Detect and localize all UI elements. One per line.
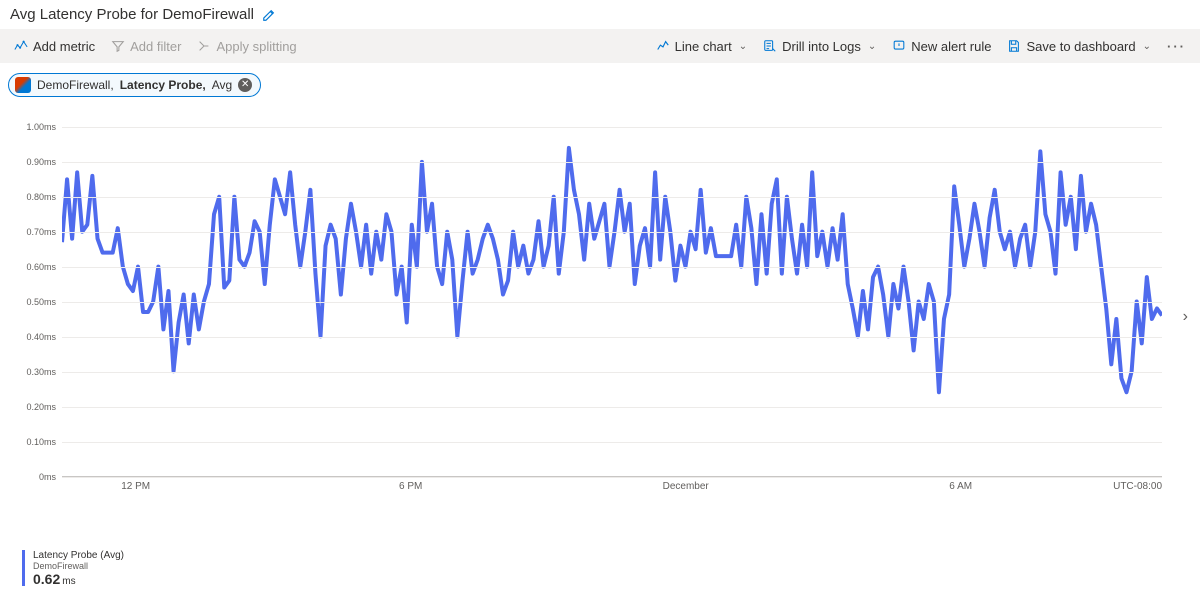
timezone-label: UTC-08:00 <box>1113 481 1162 492</box>
y-tick-label: 0.20ms <box>8 402 56 412</box>
chevron-down-icon: ⌄ <box>739 41 747 52</box>
plot-area[interactable] <box>62 127 1162 477</box>
drill-logs-label: Drill into Logs <box>782 39 861 54</box>
legend: Latency Probe (Avg) DemoFirewall 0.62ms <box>22 550 124 587</box>
pill-resource: DemoFirewall, <box>37 78 114 92</box>
x-axis: UTC-08:00 12 PM 6 PM December 6 AM <box>62 481 1162 497</box>
metric-pill[interactable]: DemoFirewall, Latency Probe, Avg ✕ <box>8 73 261 97</box>
gridline <box>62 372 1162 373</box>
chart: 0ms 0.10ms 0.20ms 0.30ms 0.40ms 0.50ms 0.60ms 0… <box>8 127 1192 507</box>
edit-icon[interactable] <box>262 8 276 22</box>
y-tick-label: 1.00ms <box>8 122 56 132</box>
gridline <box>62 232 1162 233</box>
new-alert-button[interactable]: New alert rule <box>886 35 997 58</box>
save-icon <box>1007 39 1021 53</box>
x-tick-label: 6 AM <box>949 481 972 492</box>
chart-type-label: Line chart <box>675 39 732 54</box>
remove-metric-button[interactable]: ✕ <box>238 78 252 92</box>
save-dashboard-label: Save to dashboard <box>1026 39 1135 54</box>
legend-value: 0.62 <box>33 571 60 587</box>
gridline <box>62 162 1162 163</box>
gridline <box>62 337 1162 338</box>
page-title: Avg Latency Probe for DemoFirewall <box>10 6 254 23</box>
add-metric-label: Add metric <box>33 39 95 54</box>
y-tick-label: 0.10ms <box>8 437 56 447</box>
x-tick-label: 6 PM <box>399 481 422 492</box>
gridline <box>62 442 1162 443</box>
legend-resource: DemoFirewall <box>33 561 124 571</box>
save-dashboard-dropdown[interactable]: Save to dashboard ⌄ <box>1001 35 1157 58</box>
add-filter-label: Add filter <box>130 39 181 54</box>
legend-unit: ms <box>62 576 75 587</box>
apply-splitting-label: Apply splitting <box>216 39 296 54</box>
y-axis: 0ms0.10ms0.20ms0.30ms0.40ms0.50ms0.60ms0… <box>8 127 56 477</box>
more-button[interactable]: ··· <box>1161 35 1192 58</box>
alert-icon <box>892 39 906 53</box>
apply-splitting-button[interactable]: Apply splitting <box>191 35 302 58</box>
line-chart-icon <box>656 39 670 53</box>
y-tick-label: 0.40ms <box>8 332 56 342</box>
y-tick-label: 0.70ms <box>8 227 56 237</box>
filter-icon <box>111 39 125 53</box>
y-tick-label: 0.60ms <box>8 262 56 272</box>
split-icon <box>197 39 211 53</box>
gridline <box>62 477 1162 478</box>
legend-series-name: Latency Probe (Avg) <box>33 550 124 561</box>
y-tick-label: 0.50ms <box>8 297 56 307</box>
add-metric-icon <box>14 39 28 53</box>
y-tick-label: 0.90ms <box>8 157 56 167</box>
y-tick-label: 0ms <box>8 472 56 482</box>
pill-agg: Avg <box>212 78 232 92</box>
gridline <box>62 302 1162 303</box>
chevron-down-icon: ⌄ <box>868 41 876 52</box>
x-tick-label: 12 PM <box>121 481 150 492</box>
next-arrow-button[interactable]: › <box>1183 308 1188 326</box>
gridline <box>62 407 1162 408</box>
x-tick-label: December <box>663 481 709 492</box>
gridline <box>62 197 1162 198</box>
add-metric-button[interactable]: Add metric <box>8 35 101 58</box>
firewall-icon <box>15 77 31 93</box>
gridline <box>62 127 1162 128</box>
toolbar: Add metric Add filter Apply splitting Li… <box>0 29 1200 63</box>
drill-logs-icon <box>763 39 777 53</box>
y-tick-label: 0.80ms <box>8 192 56 202</box>
legend-color-bar <box>22 550 25 586</box>
y-tick-label: 0.30ms <box>8 367 56 377</box>
pill-metric: Latency Probe, <box>120 78 206 92</box>
new-alert-label: New alert rule <box>911 39 991 54</box>
chevron-down-icon: ⌄ <box>1143 41 1151 52</box>
chart-type-dropdown[interactable]: Line chart ⌄ <box>650 35 753 58</box>
gridline <box>62 267 1162 268</box>
drill-logs-dropdown[interactable]: Drill into Logs ⌄ <box>757 35 882 58</box>
add-filter-button[interactable]: Add filter <box>105 35 187 58</box>
